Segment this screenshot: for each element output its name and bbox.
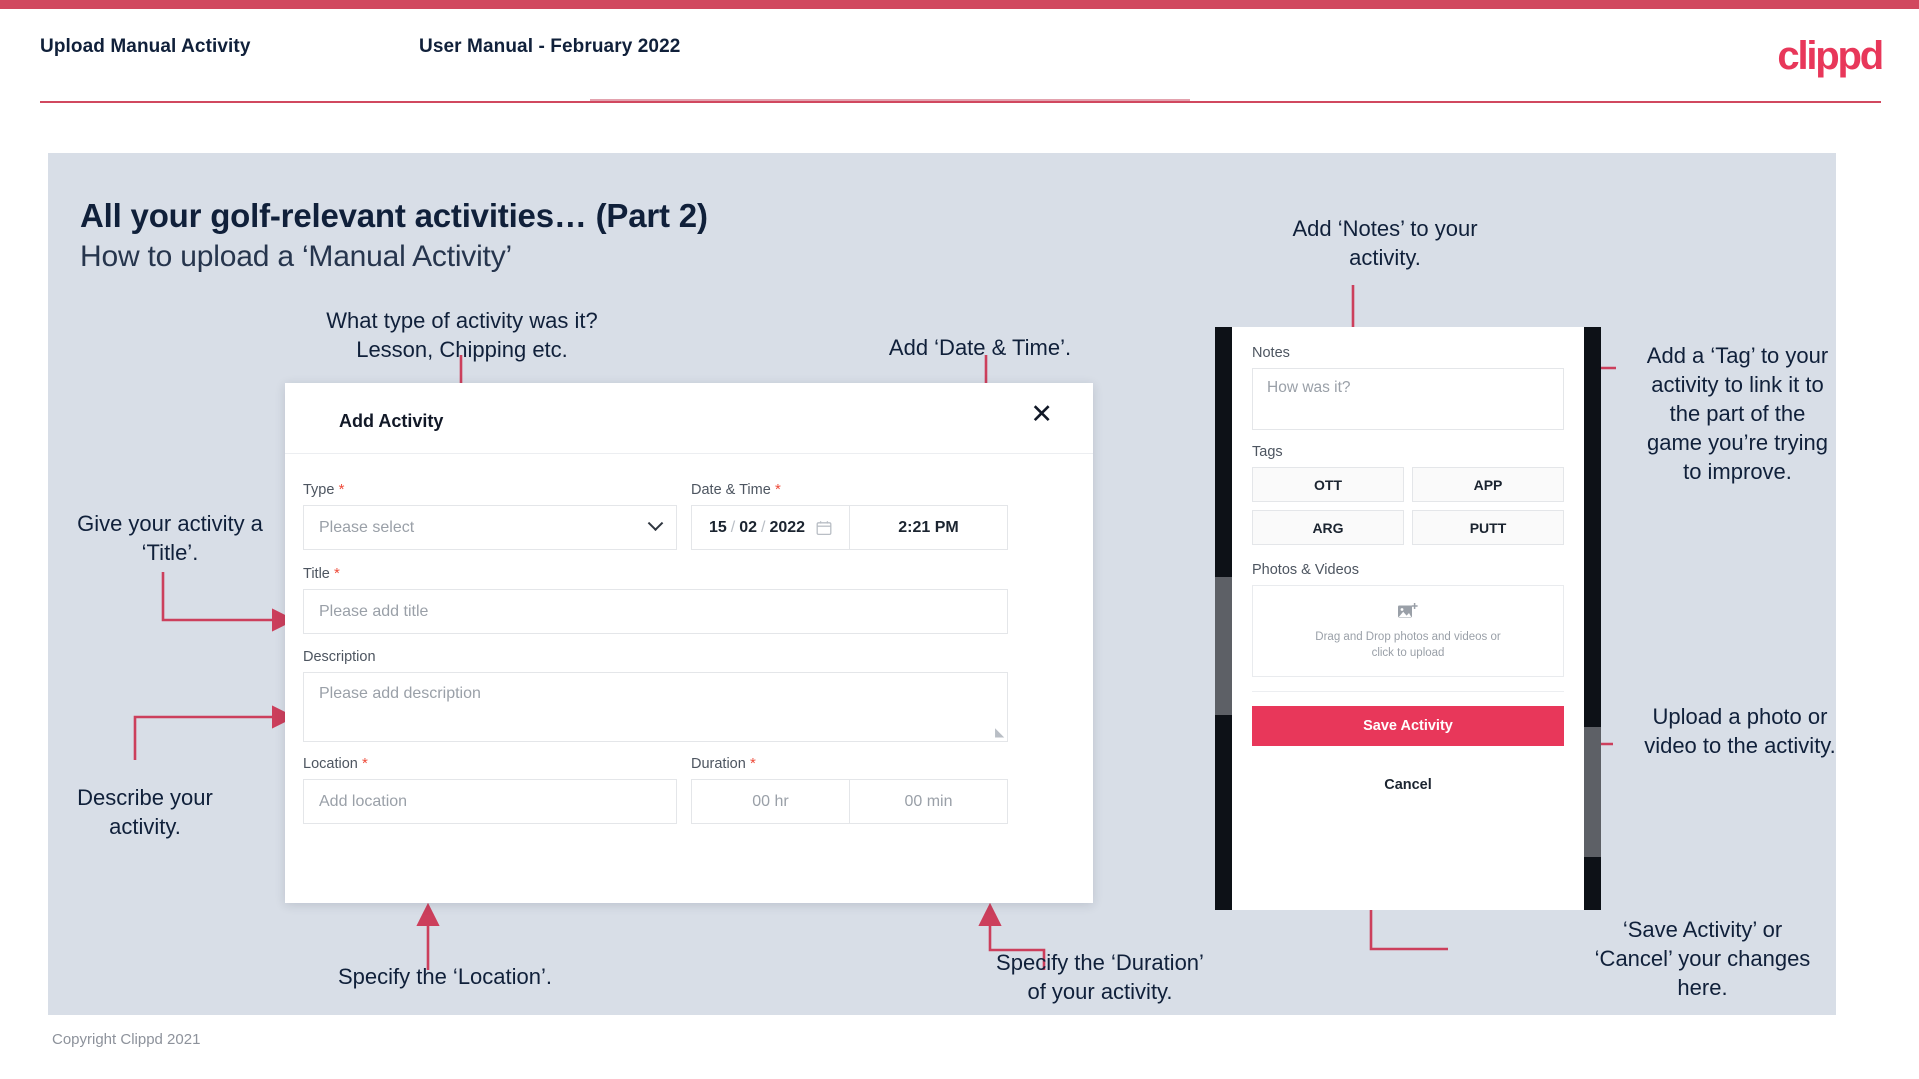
time-input[interactable]: 2:21 PM [850, 505, 1008, 550]
notes-placeholder: How was it? [1267, 379, 1351, 396]
phone-power-button-right [1584, 727, 1601, 857]
field-title: Title * Please add title [303, 565, 1008, 634]
tags-grid: OTT APP ARG PUTT [1252, 467, 1564, 545]
notes-label: Notes [1252, 345, 1290, 361]
phone-volume-button-left [1215, 577, 1232, 715]
date-year: 2022 [769, 518, 806, 536]
date-input[interactable]: 15 / 02 / 2022 [691, 505, 850, 550]
annotation-title: Give your activity a ‘Title’. [77, 511, 263, 565]
time-value: 2:21 PM [898, 518, 959, 536]
dropzone-line-2: click to upload [1371, 646, 1445, 659]
cancel-button[interactable]: Cancel [1252, 766, 1564, 804]
date-sep-1: / [730, 518, 736, 536]
header-divider-light [590, 99, 1190, 101]
annotation-tag: Add a ‘Tag’ to your activity to link it … [1646, 343, 1829, 484]
description-textarea[interactable]: Please add description ◢ [303, 672, 1008, 742]
field-duration-label: Duration * [691, 755, 756, 772]
duration-hours-value: 00 hr [752, 792, 789, 810]
calendar-icon[interactable] [816, 520, 832, 536]
title-input[interactable]: Please add title [303, 589, 1008, 634]
tag-app[interactable]: APP [1412, 467, 1564, 502]
field-datetime-label: Date & Time * [691, 481, 781, 498]
duration-minutes-input[interactable]: 00 min [850, 779, 1008, 824]
tag-putt[interactable]: PUTT [1412, 510, 1564, 545]
field-description-label: Description [303, 649, 376, 665]
add-activity-dialog: Add Activity ✕ Type * Please select Date… [285, 383, 1093, 903]
duration-minutes-value: 00 min [904, 792, 953, 810]
type-select-value: Please select [319, 518, 415, 536]
page-subtitle: User Manual - February 2022 [419, 36, 681, 57]
tag-ott[interactable]: OTT [1252, 467, 1404, 502]
annotation-location: Specify the ‘Location’. [337, 964, 553, 989]
phone-mockup: Notes How was it? Tags OTT APP ARG PUTT … [1215, 327, 1601, 910]
type-select[interactable]: Please select [303, 505, 677, 550]
location-placeholder: Add location [319, 792, 408, 810]
clippd-logo: clippd [1777, 34, 1884, 78]
description-placeholder: Please add description [319, 685, 481, 702]
duration-hours-input[interactable]: 00 hr [691, 779, 850, 824]
field-location-label: Location * [303, 755, 368, 772]
photo-dropzone[interactable]: Drag and Drop photos and videos or click… [1252, 585, 1564, 677]
dialog-title: Add Activity [339, 411, 444, 431]
annotation-datetime: Add ‘Date & Time’. [888, 335, 1072, 360]
photos-videos-label: Photos & Videos [1252, 562, 1359, 578]
annotation-description: Describe your activity. [77, 785, 213, 839]
date-sep-2: / [761, 518, 766, 536]
top-accent-stripe [0, 0, 1919, 9]
date-month: 02 [739, 518, 757, 536]
tag-arg[interactable]: ARG [1252, 510, 1404, 545]
tags-label: Tags [1252, 444, 1283, 460]
location-input[interactable]: Add location [303, 779, 677, 824]
required-marker: * [770, 481, 781, 498]
phone-screen: Notes How was it? Tags OTT APP ARG PUTT … [1232, 327, 1584, 910]
date-day: 15 [708, 518, 727, 536]
annotation-duration: Specify the ‘Duration’ of your activity. [996, 950, 1204, 1004]
field-type: Type * Please select [303, 481, 677, 550]
title-input-placeholder: Please add title [319, 602, 429, 620]
page-title: Upload Manual Activity [40, 36, 251, 57]
close-icon[interactable]: ✕ [1030, 401, 1053, 428]
field-title-label: Title * [303, 565, 340, 582]
add-image-icon [1398, 602, 1418, 617]
annotation-upload: Upload a photo or video to the activity. [1644, 704, 1836, 758]
save-activity-button[interactable]: Save Activity [1252, 706, 1564, 746]
header-divider [40, 101, 1881, 103]
resize-grip-icon[interactable]: ◢ [995, 725, 1004, 739]
footer-copyright: Copyright Clippd 2021 [52, 1031, 201, 1048]
required-marker: * [334, 481, 345, 498]
required-marker: * [329, 565, 340, 582]
field-description: Description Please add description ◢ [303, 649, 1008, 742]
required-marker: * [357, 755, 368, 772]
notes-textarea[interactable]: How was it? [1252, 368, 1564, 430]
annotation-save-cancel: ‘Save Activity’ or ‘Cancel’ your changes… [1594, 917, 1811, 1000]
field-datetime: Date & Time * 15 / 02 / 2022 2:21 PM [691, 481, 1008, 550]
dialog-header-divider [285, 453, 1093, 454]
slide-heading: All your golf-relevant activities… (Part… [80, 197, 708, 234]
dropzone-text: Drag and Drop photos and videos or click… [1315, 629, 1500, 661]
slide-subheading: How to upload a ‘Manual Activity’ [80, 240, 512, 273]
phone-divider [1252, 691, 1564, 692]
field-duration: Duration * 00 hr 00 min [691, 755, 1008, 824]
annotation-type: What type of activity was it? Lesson, Ch… [326, 308, 598, 362]
dropzone-line-1: Drag and Drop photos and videos or [1315, 630, 1501, 643]
field-location: Location * Add location [303, 755, 677, 824]
required-marker: * [745, 755, 756, 772]
chevron-down-icon [647, 515, 664, 532]
field-type-label: Type * [303, 481, 345, 498]
annotation-notes: Add ‘Notes’ to your activity. [1292, 216, 1478, 270]
